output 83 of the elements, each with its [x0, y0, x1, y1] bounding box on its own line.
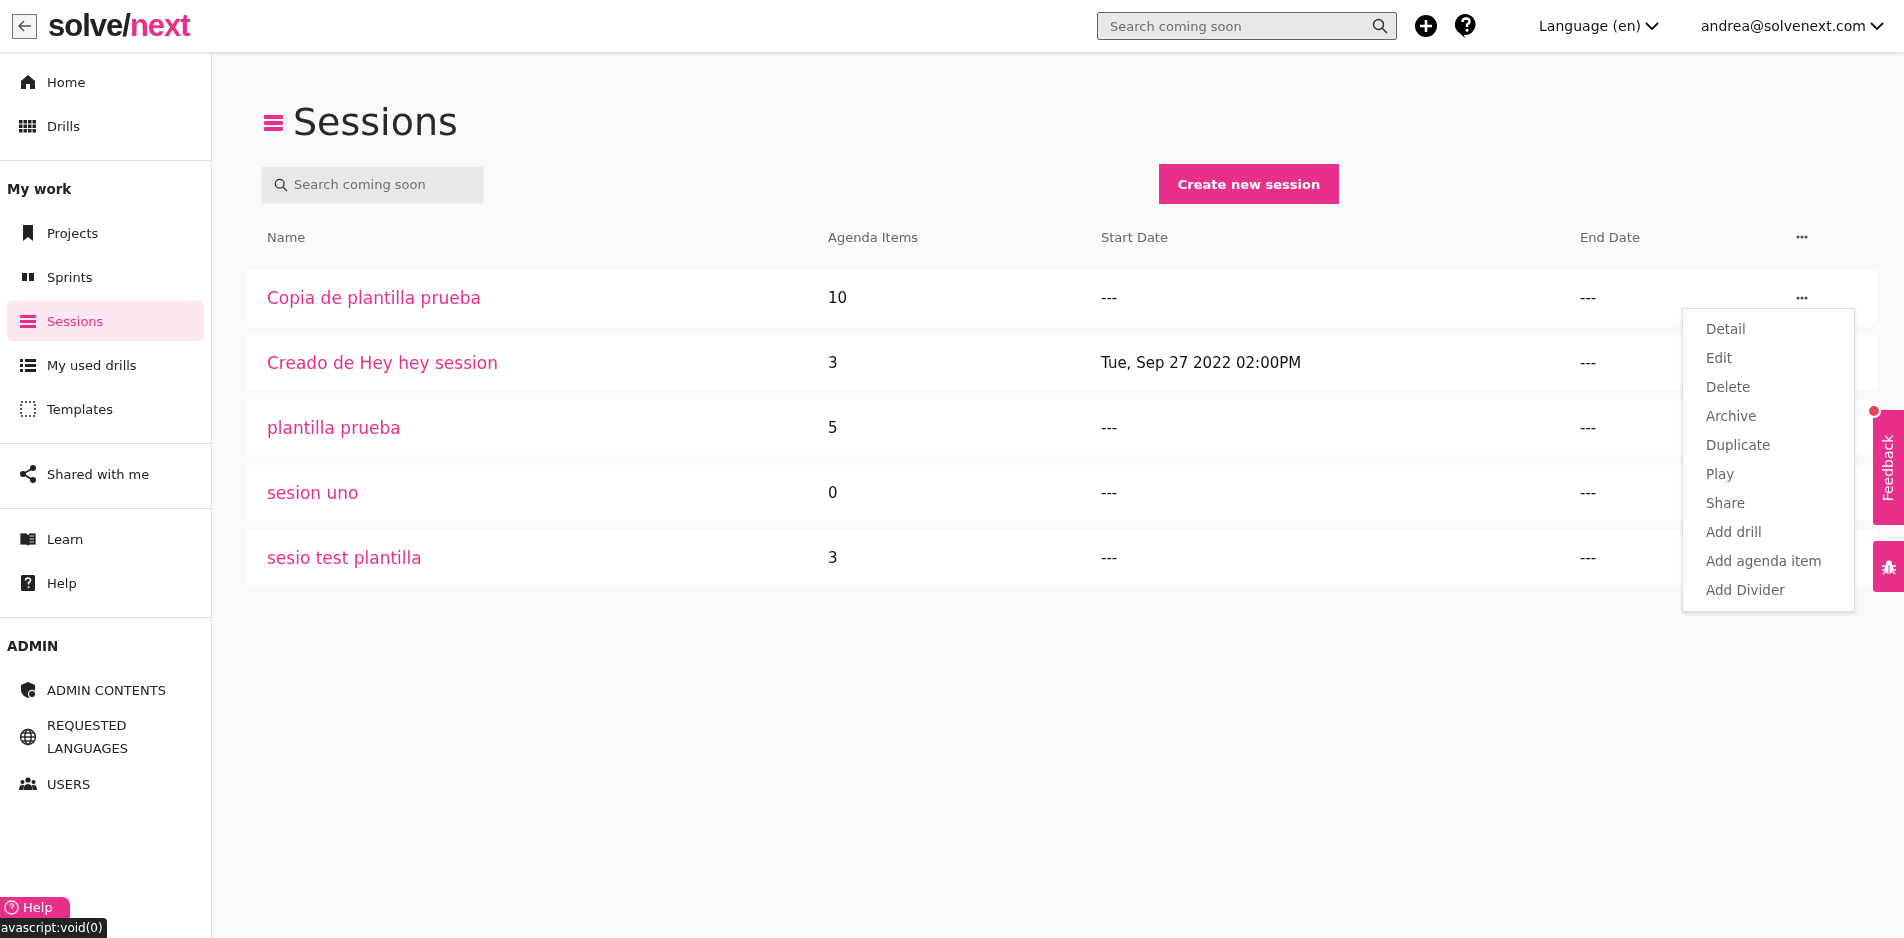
sidebar-icon [19, 681, 37, 699]
menu-item[interactable]: Detail [1683, 315, 1854, 344]
table-cell: --- [1580, 548, 1597, 567]
sidebar-icon [19, 530, 37, 548]
table-cell: Tue, Sep 27 2022 02:00PM [1101, 353, 1302, 372]
table-cell: --- [1101, 548, 1118, 567]
menu-item[interactable]: Add agenda item [1683, 547, 1854, 576]
sidebar-item[interactable]: Help [7, 563, 204, 603]
add-icon[interactable] [1415, 15, 1438, 37]
table-cell: 3 [828, 353, 838, 372]
feedback-tab[interactable]: Feedback [1873, 410, 1904, 525]
back-button[interactable] [12, 13, 37, 39]
sidebar-item[interactable]: My used drills [7, 345, 204, 385]
search-field[interactable]: Search coming soon [1097, 12, 1398, 40]
sidebar-icon [19, 465, 37, 483]
sidebar-item[interactable]: Sessions [7, 301, 204, 341]
create-session-button[interactable]: Create new session [1159, 164, 1339, 204]
chevron-down-icon [1870, 21, 1884, 31]
search-icon [1372, 18, 1389, 34]
session-link[interactable]: sesio test plantilla [267, 547, 422, 568]
sidebar-icon [19, 728, 37, 746]
menu-item[interactable]: Duplicate [1683, 431, 1854, 460]
language-dropdown[interactable]: Language (en) [1539, 18, 1659, 34]
status-tooltip: avascript:void(0) [0, 918, 107, 938]
menu-item[interactable]: Add Divider [1683, 576, 1854, 605]
sidebar-icon [19, 73, 37, 91]
bug-report-button[interactable] [1873, 541, 1904, 592]
section-heading: My work [6, 180, 73, 199]
sidebar-icon [19, 117, 37, 135]
sidebar-item[interactable]: Drills [7, 106, 204, 146]
column-header: End Date [1580, 229, 1640, 245]
menu-item[interactable]: Play [1683, 460, 1854, 489]
table-cell: --- [1580, 288, 1597, 307]
menu-item[interactable]: Archive [1683, 402, 1854, 431]
sidebar-item[interactable]: Projects [7, 213, 204, 253]
table-cell: --- [1101, 483, 1118, 502]
sidebar-item[interactable]: Shared with me [7, 454, 204, 494]
help-icon [4, 900, 19, 915]
sidebar-icon [19, 400, 37, 418]
sidebar-item[interactable]: Home [7, 62, 204, 102]
menu-item[interactable]: Add drill [1683, 518, 1854, 547]
table-cell: 5 [828, 418, 838, 437]
chevron-down-icon [1645, 21, 1659, 31]
session-link[interactable]: plantilla prueba [267, 417, 401, 438]
sidebar-item[interactable]: REQUESTED LANGUAGES [7, 714, 204, 760]
logo[interactable]: solve/next [48, 8, 190, 44]
table-cell: 10 [828, 288, 848, 307]
help-icon[interactable] [1455, 14, 1478, 38]
table-cell: 3 [828, 548, 838, 567]
more-icon [1796, 295, 1808, 300]
section-heading: ADMIN [6, 637, 60, 656]
table-cell: --- [1580, 353, 1597, 372]
session-link[interactable]: sesion uno [267, 482, 359, 503]
table-cell: --- [1101, 288, 1118, 307]
session-link[interactable]: Creado de Hey hey session [267, 352, 498, 373]
menu-item[interactable]: Edit [1683, 344, 1854, 373]
sidebar-icon [19, 356, 37, 374]
arrow-left-icon [17, 20, 32, 32]
column-header: Agenda Items [828, 229, 919, 245]
page-title: Sessions [293, 100, 458, 144]
table-cell: --- [1101, 418, 1118, 437]
bug-icon [1880, 558, 1897, 575]
sidebar-icon [19, 775, 37, 793]
table-cell: --- [1580, 418, 1597, 437]
menu-item[interactable]: Delete [1683, 373, 1854, 402]
user-menu[interactable]: andrea@solvenext.com [1701, 18, 1884, 34]
sidebar-item[interactable]: Sprints [7, 257, 204, 297]
session-link[interactable]: Copia de plantilla prueba [267, 287, 481, 308]
sidebar-icon [19, 312, 37, 330]
sidebar-item[interactable]: Templates [7, 389, 204, 429]
column-header: Name [267, 229, 306, 245]
search-field[interactable]: Search coming soon [262, 166, 483, 202]
sidebar-item[interactable]: USERS [7, 764, 204, 804]
list-icon [264, 113, 283, 131]
more-icon [1796, 235, 1808, 239]
column-header: Start Date [1101, 229, 1168, 245]
menu-item[interactable]: Share [1683, 489, 1854, 518]
table-cell: 0 [828, 483, 838, 502]
search-icon [274, 177, 288, 192]
table-cell: --- [1580, 483, 1597, 502]
sidebar-icon [19, 574, 37, 592]
sidebar-item[interactable]: Learn [7, 519, 204, 559]
sidebar-item[interactable]: ADMIN CONTENTS [7, 670, 204, 710]
